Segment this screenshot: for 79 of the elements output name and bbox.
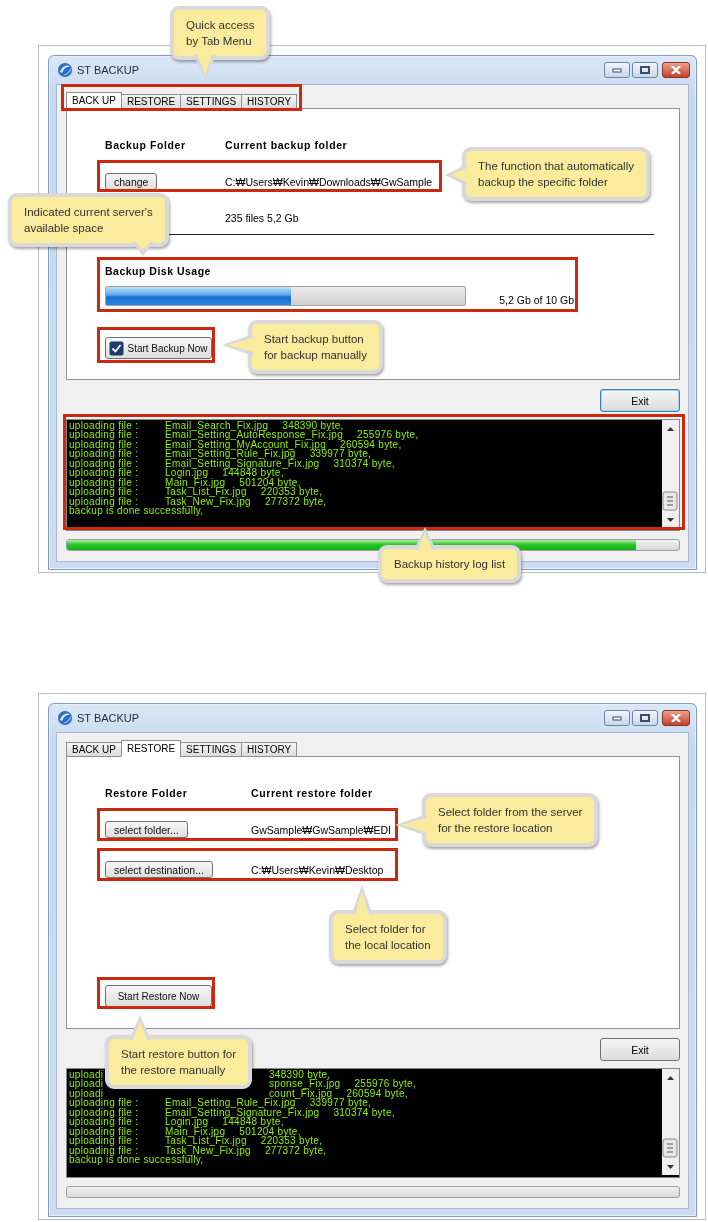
callout: Start backup button for backup manually xyxy=(248,320,383,374)
callout: Select folder from the server for the restore location xyxy=(422,793,599,847)
callout-pointer xyxy=(414,527,436,550)
log-line: uploading file : Login.jpg 144848 byte, xyxy=(69,1117,284,1127)
log-text: 255976 byte, xyxy=(354,1079,416,1089)
log-line: uploading file : Login.jpg 144848 byte, xyxy=(69,468,284,478)
start-button[interactable]: Start Backup Now xyxy=(105,337,212,359)
log-text: sponse_Fix.jpg xyxy=(269,1079,341,1089)
log-line: uploading file : Task_List_Fix.jpg 220353 byte, xyxy=(69,1136,323,1146)
close-icon xyxy=(671,714,681,722)
maximize-icon xyxy=(640,66,650,74)
exit-button[interactable]: Exit xyxy=(600,389,680,412)
callout: Indicated current server's available space xyxy=(8,193,169,247)
folder-path: GwSample₩GwSample₩EDI xyxy=(251,823,392,836)
app-logo-icon xyxy=(57,710,73,726)
log-text: uploadi xyxy=(69,1078,104,1090)
folder-path: C:₩Users₩Kevin₩Downloads₩GwSample xyxy=(225,175,433,188)
exit-button[interactable]: Exit xyxy=(600,1038,680,1061)
log-text: 260594 byte, xyxy=(346,1088,408,1099)
scrollbar[interactable] xyxy=(662,420,679,528)
callout: The function that automatically backup the specific folder xyxy=(462,147,650,201)
callout: Backup history log list xyxy=(378,545,522,583)
callout-pointer xyxy=(132,242,154,256)
folder-button[interactable]: select destination... xyxy=(105,861,213,878)
callout-pointer xyxy=(395,814,427,836)
close-button[interactable] xyxy=(662,710,690,726)
log-text: count_Fix.jpg xyxy=(269,1088,333,1099)
callout: Start restore button for the restore manually xyxy=(105,1035,253,1089)
log-line: uploading file : Task_New_Fix.jpg 277372 byte, xyxy=(69,496,327,507)
minimize-button[interactable] xyxy=(604,710,630,726)
column-heading: Backup Folder xyxy=(105,139,186,151)
usage-title: Backup Disk Usage xyxy=(105,265,212,277)
column-heading: Current restore folder xyxy=(251,787,373,799)
checkbox[interactable] xyxy=(109,340,125,356)
log-text: uploadi xyxy=(69,1069,104,1080)
log-line: backup is done successfully, xyxy=(69,1155,204,1165)
log-text: 348390 byte, xyxy=(269,1070,331,1080)
maximize-button[interactable] xyxy=(632,710,658,726)
log-line: uploading file : Task_List_Fix.jpg 220353 byte, xyxy=(69,487,323,497)
log-line: uploading file : Email_Setting_MyAccount_Fix.jpg 260594 byte, xyxy=(69,439,402,450)
minimize-icon xyxy=(612,67,622,73)
log-line: uploading file : Email_Setting_Signature_Fix.jpg 310374 byte, xyxy=(69,1107,395,1118)
app-logo-icon xyxy=(57,62,73,78)
folder-path: C:₩Users₩Kevin₩Desktop xyxy=(251,863,384,876)
callout-pointer xyxy=(222,334,253,356)
tab[interactable]: RESTORE xyxy=(120,740,182,757)
close-button[interactable] xyxy=(662,62,690,78)
usage-reading: 5,2 Gb of 10 Gb xyxy=(499,294,574,306)
log-line: uploading file : Email_Setting_AutoResponse_Fix.jpg 255976 byte, xyxy=(69,430,419,440)
folder-button[interactable]: select folder... xyxy=(105,821,188,838)
log-line: uploading file : Email_Setting_Rule_Fix.jpg 339977 byte, xyxy=(69,1098,372,1108)
tab[interactable]: BACK UP xyxy=(66,742,122,757)
log-line: uploading file : Main_Fix.jpg 501204 byte, xyxy=(69,477,301,488)
start-button[interactable]: Start Restore Now xyxy=(105,985,212,1007)
minimize-button[interactable] xyxy=(604,62,630,78)
log-line: uploading file : Email_Setting_Signature_Fix.jpg 310374 byte, xyxy=(69,458,395,469)
folder-summary: 235 files 5,2 Gb xyxy=(225,212,299,224)
log-line: uploading file : Email_Search_Fix.jpg 348390 byte, xyxy=(69,421,344,431)
column-heading: Restore Folder xyxy=(105,787,188,799)
log-line: uploading file : Email_Setting_Rule_Fix.jpg 339977 byte, xyxy=(69,449,372,459)
log-line: uploading file : Main_Fix.jpg 501204 byte, xyxy=(69,1126,301,1137)
log-line: uploading file : Task_New_Fix.jpg 277372 byte, xyxy=(69,1145,327,1156)
callout-pointer xyxy=(445,164,467,186)
minimize-icon xyxy=(612,715,622,721)
callout-pointer xyxy=(194,55,216,81)
callout-pointer xyxy=(351,885,373,915)
window-title: ST BACKUP xyxy=(77,64,140,76)
maximize-button[interactable] xyxy=(632,62,658,78)
callout: Quick access by Tab Menu xyxy=(170,6,271,60)
window-title: ST BACKUP xyxy=(77,712,140,724)
scrollbar[interactable] xyxy=(662,1069,679,1175)
column-heading: Current backup folder xyxy=(225,139,348,151)
tab[interactable]: SETTINGS xyxy=(180,742,243,757)
callout: Select folder for the local location xyxy=(329,910,447,964)
callout-pointer xyxy=(129,1015,151,1040)
maximize-icon xyxy=(640,714,650,722)
tab[interactable]: HISTORY xyxy=(241,742,298,757)
log-line: backup is done successfully, xyxy=(69,506,204,516)
close-icon xyxy=(671,66,681,74)
